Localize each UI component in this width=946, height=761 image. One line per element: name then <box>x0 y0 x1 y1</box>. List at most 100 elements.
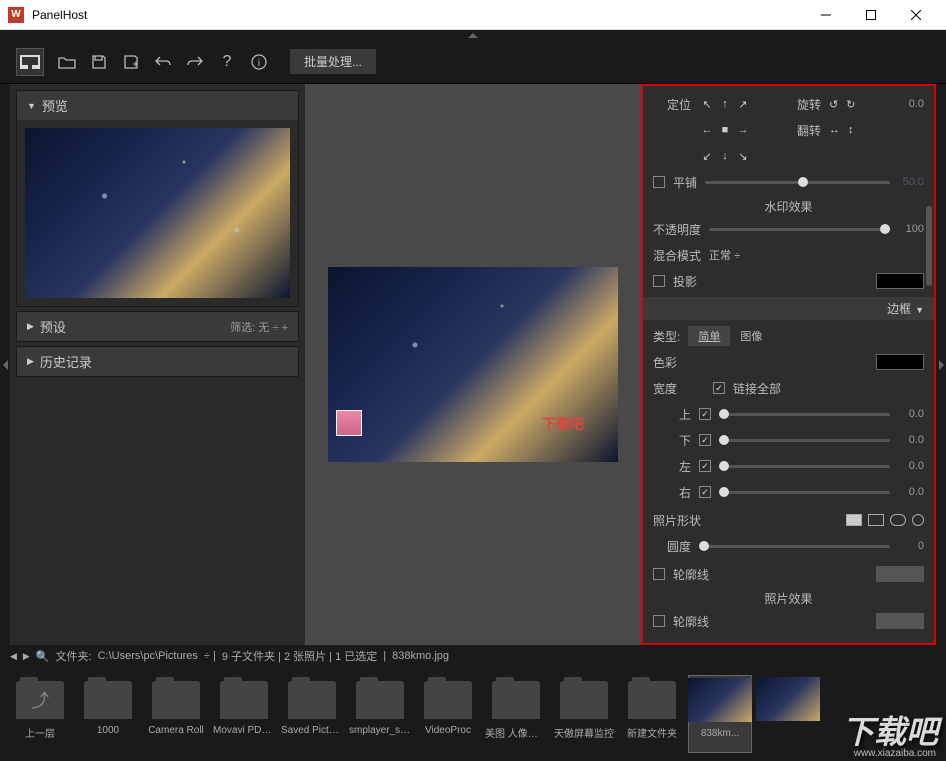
help-icon[interactable]: ? <box>218 53 236 71</box>
window-title: PanelHost <box>32 8 803 22</box>
type-simple-button[interactable]: 简单 <box>688 326 730 346</box>
film-item[interactable] <box>756 675 820 753</box>
film-item[interactable]: VideoProc <box>416 675 480 753</box>
film-item[interactable]: Camera Roll <box>144 675 208 753</box>
folder-icon <box>492 681 540 719</box>
film-label: smplayer_scre... <box>349 725 411 736</box>
film-item[interactable]: 新建文件夹 <box>620 675 684 753</box>
right-collapse-handle[interactable] <box>936 84 946 645</box>
link-all-label: 链接全部 <box>733 380 781 397</box>
link-all-checkbox[interactable] <box>713 382 725 394</box>
arrow-se-icon[interactable]: ↘ <box>735 150 751 163</box>
folder-path[interactable]: C:\Users\pc\Pictures <box>98 650 198 662</box>
outline2-label: 轮廓线 <box>673 613 709 630</box>
bottom-slider[interactable] <box>719 439 890 442</box>
rotate-ccw-icon[interactable]: ↺ <box>829 98 838 111</box>
shape-rect[interactable] <box>868 514 884 526</box>
outline2-swatch[interactable] <box>876 613 924 629</box>
top-collapse-handle[interactable] <box>0 30 946 40</box>
tile-checkbox[interactable] <box>653 176 665 188</box>
right-slider[interactable] <box>719 491 890 494</box>
flip-label: 翻转 <box>797 122 821 139</box>
film-label: Movavi PDF E... <box>213 725 275 736</box>
canvas-image[interactable]: 下载吧 <box>328 267 618 462</box>
shape-rounded[interactable] <box>890 514 906 526</box>
nav-fwd-icon[interactable]: ▶ <box>23 651 30 662</box>
undo-icon[interactable] <box>154 53 172 71</box>
folder-icon <box>356 681 404 719</box>
bottom-checkbox[interactable] <box>699 434 711 446</box>
canvas-area: 下载吧 <box>305 84 641 645</box>
watermark-badge[interactable] <box>336 410 362 436</box>
rotate-cw-icon[interactable]: ↻ <box>846 98 855 111</box>
film-item[interactable]: 美图 人像写真 <box>484 675 548 753</box>
border-color[interactable] <box>876 354 924 370</box>
roundness-label: 圆度 <box>653 538 691 555</box>
outline2-checkbox[interactable] <box>653 615 665 627</box>
outline-swatch[interactable] <box>876 566 924 582</box>
flip-h-icon[interactable]: ↔ <box>829 124 840 136</box>
save-icon[interactable] <box>90 53 108 71</box>
top-checkbox[interactable] <box>699 408 711 420</box>
presets-header[interactable]: ▶预设 筛选: 无 ÷ + <box>17 312 298 341</box>
wm-effect-title: 水印效果 <box>653 198 924 215</box>
search-icon[interactable]: 🔍 <box>36 650 50 663</box>
top-label: 上 <box>653 406 691 423</box>
export-icon[interactable] <box>122 53 140 71</box>
tile-slider[interactable] <box>705 181 890 184</box>
blend-dropdown[interactable]: 正常 ÷ <box>709 247 740 263</box>
film-item[interactable]: 838km... <box>688 675 752 753</box>
app-logo[interactable] <box>16 48 44 76</box>
flip-v-icon[interactable]: ↕ <box>848 124 854 136</box>
svg-text:i: i <box>258 58 260 69</box>
arrow-w-icon[interactable]: ← <box>699 124 715 136</box>
film-item[interactable]: Movavi PDF E... <box>212 675 276 753</box>
maximize-button[interactable] <box>848 1 893 29</box>
filter-label[interactable]: 筛选: 无 ÷ + <box>230 319 288 335</box>
arrow-nw-icon: ↖ <box>699 98 715 111</box>
open-folder-icon[interactable] <box>58 53 76 71</box>
batch-button[interactable]: 批量处理... <box>290 49 376 74</box>
info-icon[interactable]: i <box>250 53 268 71</box>
film-item[interactable]: 上一层 <box>8 675 72 753</box>
left-panel: ▼预览 ▶预设 筛选: 无 ÷ + ▶历史记录 <box>10 84 305 645</box>
left-slider[interactable] <box>719 465 890 468</box>
scrollbar-thumb[interactable] <box>926 206 932 286</box>
top-slider[interactable] <box>719 413 890 416</box>
roundness-slider[interactable] <box>699 545 890 548</box>
folder-info: 9 子文件夹 | 2 张照片 | 1 已选定 <box>222 648 377 664</box>
film-item[interactable]: smplayer_scre... <box>348 675 412 753</box>
arrow-sw-icon[interactable]: ↙ <box>699 150 715 163</box>
right-checkbox[interactable] <box>699 486 711 498</box>
arrow-s-icon[interactable]: ↓ <box>717 150 733 163</box>
arrow-e-icon[interactable]: → <box>735 124 751 136</box>
type-image-button[interactable]: 图像 <box>730 326 772 346</box>
opacity-label: 不透明度 <box>653 221 701 238</box>
film-item[interactable]: Saved Pictures <box>280 675 344 753</box>
folder-icon <box>84 681 132 719</box>
shadow-checkbox[interactable] <box>653 275 665 287</box>
bottom-label: 下 <box>653 432 691 449</box>
shape-circle[interactable] <box>912 514 924 526</box>
outline-checkbox[interactable] <box>653 568 665 580</box>
shadow-color[interactable] <box>876 273 924 289</box>
left-checkbox[interactable] <box>699 460 711 472</box>
film-item[interactable]: 1000 <box>76 675 140 753</box>
nav-back-icon[interactable]: ◀ <box>10 651 17 662</box>
center-icon[interactable]: ■ <box>717 124 733 136</box>
preview-header[interactable]: ▼预览 <box>17 91 298 120</box>
film-label: 838km... <box>701 728 739 739</box>
redo-icon[interactable] <box>186 53 204 71</box>
opacity-slider[interactable] <box>709 228 890 231</box>
left-collapse-handle[interactable] <box>0 84 10 645</box>
minimize-button[interactable] <box>803 1 848 29</box>
type-label: 类型: <box>653 328 680 345</box>
history-header[interactable]: ▶历史记录 <box>17 347 298 376</box>
position-arrows[interactable]: ↖↑↗ <box>699 98 769 111</box>
shape-rect-filled[interactable] <box>846 514 862 526</box>
close-button[interactable] <box>893 1 938 29</box>
preview-thumbnail[interactable] <box>25 128 290 298</box>
border-section-header[interactable]: 边框▼ <box>643 297 934 320</box>
film-item[interactable]: 天傲屏幕监控 <box>552 675 616 753</box>
film-label: 1000 <box>97 725 119 736</box>
